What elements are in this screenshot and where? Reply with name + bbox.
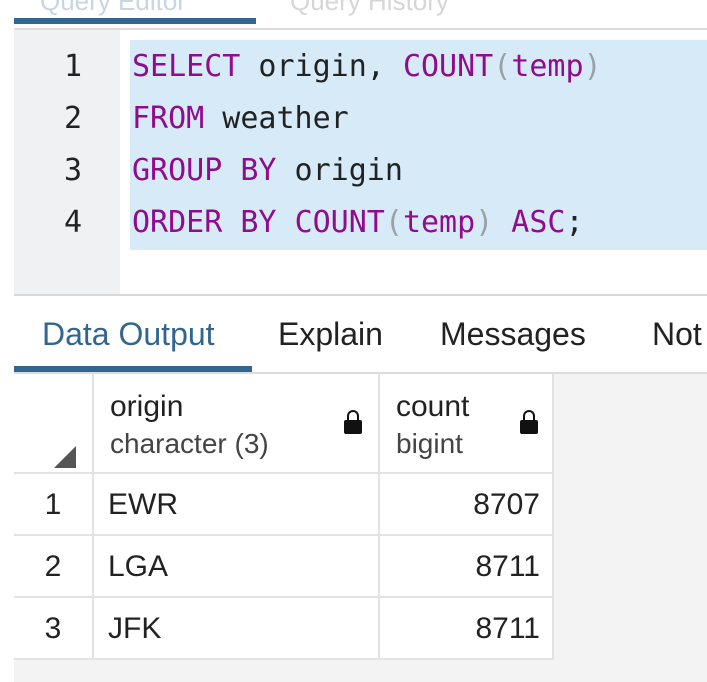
column-header-count[interactable]: count bigint <box>380 374 554 474</box>
tab-query-editor[interactable]: Query Editor <box>40 0 186 17</box>
code-line[interactable]: GROUP BY origin <box>130 145 450 197</box>
sql-keyword: SELECT <box>132 49 241 84</box>
row-header-corner[interactable] <box>14 374 94 474</box>
sql-editor[interactable]: 1 2 3 4 SELECT origin, COUNT(temp) FROM … <box>14 30 707 294</box>
cell-value: EWR <box>108 488 178 521</box>
sql-keyword: ORDER BY <box>132 205 295 240</box>
sql-punctuation: ) <box>475 205 494 240</box>
table-cell[interactable]: 8711 <box>380 598 554 660</box>
column-type: character (3) <box>110 428 269 459</box>
results-grid: origin character (3) count bigint 1 EWR … <box>14 374 707 682</box>
cell-value: 8711 <box>475 612 540 645</box>
row-number-cell[interactable]: 2 <box>14 536 94 598</box>
cell-value: LGA <box>108 550 169 583</box>
tab-messages[interactable]: Messages <box>440 314 586 354</box>
row-number-cell[interactable]: 1 <box>14 474 94 536</box>
sql-keyword: temp <box>511 49 584 84</box>
sql-punctuation: ) <box>583 49 602 84</box>
cell-value: 8707 <box>473 488 540 521</box>
editor-tab-strip: Query Editor Query History <box>0 0 707 28</box>
sql-punctuation: ( <box>384 205 403 240</box>
tab-data-output[interactable]: Data Output <box>42 314 215 354</box>
row-number: 3 <box>44 612 62 645</box>
active-tab-indicator <box>14 18 256 24</box>
lock-icon <box>344 410 362 434</box>
row-number: 1 <box>44 488 62 521</box>
output-tab-bar: Data Output Explain Messages Not <box>14 296 707 374</box>
cell-value: 8711 <box>475 550 540 583</box>
sql-punctuation: ( <box>493 49 512 84</box>
line-number: 1 <box>63 49 82 84</box>
sql-identifier: origin, <box>240 49 403 84</box>
sql-keyword: COUNT <box>294 205 385 240</box>
cell-value: JFK <box>108 612 162 645</box>
sql-keyword: GROUP BY <box>132 153 277 188</box>
code-line[interactable]: SELECT origin, COUNT(temp) <box>130 41 692 93</box>
sql-keyword: temp <box>402 205 476 240</box>
tab-explain[interactable]: Explain <box>278 314 383 354</box>
tab-query-history[interactable]: Query History <box>290 0 449 17</box>
row-number: 2 <box>44 550 62 583</box>
column-name: count <box>396 390 470 423</box>
tab-notifications[interactable]: Not <box>652 314 702 354</box>
line-number-gutter: 1 2 3 4 <box>14 30 120 294</box>
select-all-triangle-icon[interactable] <box>54 446 76 468</box>
table-cell[interactable]: EWR <box>94 474 380 536</box>
table-cell[interactable]: 8707 <box>380 474 554 536</box>
row-number-cell[interactable]: 3 <box>14 598 94 660</box>
code-line[interactable]: FROM weather <box>130 93 382 145</box>
line-number: 2 <box>63 101 82 136</box>
left-panel-edge <box>0 0 15 682</box>
sql-identifier: weather <box>204 101 349 136</box>
table-cell[interactable]: LGA <box>94 536 380 598</box>
column-header-origin[interactable]: origin character (3) <box>94 374 380 474</box>
sql-keyword: ASC <box>493 205 566 240</box>
column-name: origin <box>110 390 184 423</box>
table-cell[interactable]: JFK <box>94 598 380 660</box>
sql-keyword: FROM <box>132 101 205 136</box>
sql-identifier: origin <box>276 153 403 188</box>
sql-keyword: COUNT <box>402 49 494 84</box>
sql-identifier: ; <box>565 205 584 240</box>
code-line[interactable]: ORDER BY COUNT(temp) ASC; <box>130 197 656 249</box>
table-cell[interactable]: 8711 <box>380 536 554 598</box>
column-type: bigint <box>396 428 463 459</box>
lock-icon <box>520 410 538 434</box>
line-number: 4 <box>63 205 82 240</box>
line-number: 3 <box>63 153 82 188</box>
